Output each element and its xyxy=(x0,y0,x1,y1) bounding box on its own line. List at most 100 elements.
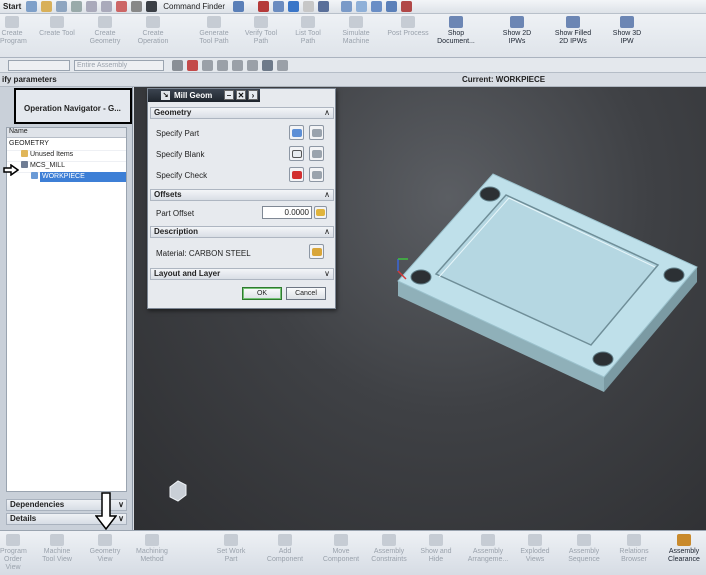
display-part-button[interactable] xyxy=(309,125,324,140)
ok-button[interactable]: OK xyxy=(242,287,282,300)
create-operation-button[interactable]: Create Operation xyxy=(132,16,174,46)
type-filter-select[interactable] xyxy=(8,59,70,71)
tree-node-mcs-mill[interactable]: MCS_MILL xyxy=(21,161,65,171)
specify-part-button[interactable] xyxy=(289,125,304,140)
edge-icon[interactable] xyxy=(247,59,258,71)
chevron-right-icon[interactable]: › xyxy=(248,90,258,100)
flashlight-icon xyxy=(312,150,322,158)
show-and-hide-button[interactable]: Show and Hide xyxy=(414,534,458,564)
dialog-title-bar[interactable]: ↘ Mill Geom – ✕ › xyxy=(148,89,260,102)
pin-icon[interactable]: ↘ xyxy=(161,91,170,100)
geometry-view-button[interactable]: Geometry View xyxy=(84,534,126,564)
tree-node-unused-items[interactable]: Unused Items xyxy=(21,150,73,160)
curve-icon[interactable] xyxy=(202,59,213,71)
geometry-node-label: GEOMETRY xyxy=(9,140,49,147)
coordinate-system-icon xyxy=(21,161,28,168)
render-style-icon[interactable] xyxy=(303,1,315,12)
set-work-part-icon xyxy=(224,534,238,546)
view-icon[interactable] xyxy=(273,1,285,12)
measure-icon[interactable] xyxy=(371,1,383,12)
simulate-machine-icon xyxy=(349,16,363,28)
analysis-icon[interactable] xyxy=(356,1,368,12)
tree-node-workpiece[interactable]: WORKPIECE xyxy=(31,172,127,182)
layout-layer-group-header[interactable]: Layout and Layer ∨ xyxy=(150,268,334,280)
dropdown-icon[interactable] xyxy=(277,59,288,71)
assembly-sequence-label: Assembly Sequence xyxy=(568,548,600,563)
status-row: ify parameters Current: WORKPIECE xyxy=(0,73,706,87)
copy-icon[interactable] xyxy=(86,1,98,12)
show-3d-ipw-button[interactable]: Show 3D IPW xyxy=(606,16,648,46)
save-icon[interactable] xyxy=(56,1,68,12)
snap-point-icon[interactable] xyxy=(187,59,198,71)
close-part-icon[interactable] xyxy=(401,1,413,12)
name-column-header[interactable]: Name xyxy=(7,128,126,138)
part-offset-input[interactable]: 0.0000 xyxy=(262,206,312,219)
relations-browser-button[interactable]: Relations Browser xyxy=(612,534,656,564)
cube-icon[interactable] xyxy=(288,1,300,12)
machine-tool-view-button[interactable]: Machine Tool View xyxy=(36,534,78,564)
selection-filter-bar: Entire Assembly xyxy=(0,58,706,73)
show-filled-2d-ipws-button[interactable]: Show Filled 2D IPWs xyxy=(547,16,599,46)
move-component-button[interactable]: Move Component xyxy=(318,534,364,564)
command-finder-label[interactable]: Command Finder xyxy=(163,2,225,11)
delete-icon[interactable] xyxy=(116,1,128,12)
verify-tool-path-button[interactable]: Verify Tool Path xyxy=(240,16,282,46)
simulate-machine-button[interactable]: Simulate Machine xyxy=(335,16,377,46)
undo-icon[interactable] xyxy=(131,1,143,12)
info-icon[interactable] xyxy=(386,1,398,12)
assembly-arrangements-button[interactable]: Assembly Arrangeme... xyxy=(464,534,512,564)
assembly-clearance-button[interactable]: Assembly Clearance xyxy=(662,534,706,564)
shop-document-button[interactable]: Shop Document... xyxy=(432,16,480,46)
command-finder-icon[interactable] xyxy=(146,1,158,12)
close-icon[interactable]: ✕ xyxy=(236,90,246,100)
snap-icon[interactable] xyxy=(258,1,270,12)
body-icon[interactable] xyxy=(232,59,243,71)
description-group-header[interactable]: Description ∧ xyxy=(150,226,334,238)
set-work-part-button[interactable]: Set Work Part xyxy=(210,534,252,564)
machining-method-button[interactable]: Machining Method xyxy=(131,534,173,564)
assembly-sequence-button[interactable]: Assembly Sequence xyxy=(562,534,606,564)
create-geometry-button[interactable]: Create Geometry xyxy=(85,16,125,46)
selection-icon[interactable] xyxy=(233,1,245,12)
minimize-icon[interactable]: – xyxy=(224,90,234,100)
list-tool-path-button[interactable]: List Tool Path xyxy=(288,16,328,46)
layer-icon[interactable] xyxy=(318,1,330,12)
program-order-view-button[interactable]: Program Order View xyxy=(0,534,27,572)
tree-node-geometry[interactable]: GEOMETRY xyxy=(9,139,49,149)
specify-check-button[interactable] xyxy=(289,167,304,182)
rectangle-select-icon[interactable] xyxy=(262,59,273,71)
callout-down-arrow-icon xyxy=(95,492,117,530)
add-component-button[interactable]: Add Component xyxy=(262,534,308,564)
settings-icon[interactable] xyxy=(172,59,183,71)
face-icon[interactable] xyxy=(217,59,228,71)
wcs-icon[interactable] xyxy=(341,1,353,12)
assembly-constraints-button[interactable]: Assembly Constraints xyxy=(366,534,412,564)
paste-icon[interactable] xyxy=(101,1,113,12)
post-process-button[interactable]: Post Process xyxy=(384,16,432,38)
manufacturing-ribbon: Create Program Create Tool Create Geometry… xyxy=(0,14,706,58)
generate-tool-path-icon xyxy=(207,16,221,28)
lock-button[interactable] xyxy=(314,206,327,219)
list-tool-path-label: List Tool Path xyxy=(295,30,321,45)
cut-icon[interactable] xyxy=(71,1,83,12)
display-check-button[interactable] xyxy=(309,167,324,182)
assembly-filter-select[interactable]: Entire Assembly xyxy=(74,59,164,71)
bottom-ribbon: Program Order View Machine Tool View Geome… xyxy=(0,530,706,575)
create-tool-button[interactable]: Create Tool xyxy=(34,16,80,38)
offsets-group-header[interactable]: Offsets ∧ xyxy=(150,189,334,201)
open-file-icon[interactable] xyxy=(41,1,53,12)
specify-blank-button[interactable] xyxy=(289,146,304,161)
generate-tool-path-button[interactable]: Generate Tool Path xyxy=(193,16,235,46)
cancel-button[interactable]: Cancel xyxy=(286,287,326,300)
new-file-icon[interactable] xyxy=(26,1,38,12)
exploded-views-button[interactable]: Exploded Views xyxy=(514,534,556,564)
view-triad-icon[interactable] xyxy=(169,480,187,502)
geometry-group-header[interactable]: Geometry ∧ xyxy=(150,107,334,119)
create-program-button[interactable]: Create Program xyxy=(0,16,27,46)
show-2d-ipws-button[interactable]: Show 2D IPWs xyxy=(496,16,538,46)
generate-tool-path-label: Generate Tool Path xyxy=(199,30,229,45)
material-button[interactable] xyxy=(309,244,324,259)
navigator-title-bar[interactable]: Operation Navigator - G... xyxy=(14,88,132,124)
start-menu-button[interactable]: Start xyxy=(0,2,24,11)
display-blank-button[interactable] xyxy=(309,146,324,161)
